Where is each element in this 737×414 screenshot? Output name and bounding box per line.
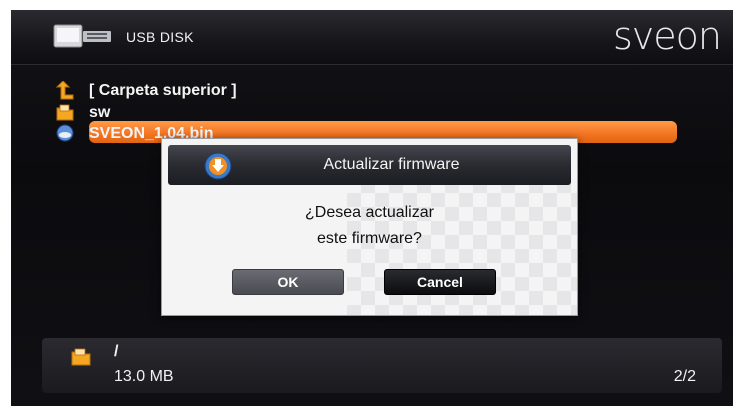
info-bar: / 13.0 MB 2/2 (42, 338, 722, 393)
usb-drive-icon (53, 24, 111, 48)
dialog-message-line1: ¿Desea actualizar (305, 204, 434, 221)
header-bar: USB DISK sveon (11, 10, 733, 65)
folder-icon (71, 348, 91, 366)
current-path: / (114, 343, 119, 360)
device-label: USB DISK (126, 29, 194, 45)
dialog-title: Actualizar firmware (323, 156, 460, 173)
ok-button[interactable]: OK (232, 269, 344, 295)
cancel-button[interactable]: Cancel (384, 269, 496, 295)
dialog-titlebar: Actualizar firmware (168, 145, 571, 185)
media-player-screen: USB DISK sveon [ Carpeta superior ] sw S… (11, 10, 733, 406)
list-item[interactable]: sw (89, 102, 110, 124)
brand-logo: sveon (613, 14, 722, 58)
folder-up-arrow-icon (55, 81, 74, 100)
folder-icon (56, 104, 74, 121)
dialog-message-line2: este firmware? (317, 230, 422, 247)
page-indicator: 2/2 (673, 368, 696, 385)
firmware-file-icon (56, 124, 74, 142)
list-item[interactable]: [ Carpeta superior ] (89, 80, 237, 102)
firmware-update-dialog: Actualizar firmware ¿Desea actualizar es… (161, 138, 578, 316)
file-size: 13.0 MB (114, 368, 174, 385)
